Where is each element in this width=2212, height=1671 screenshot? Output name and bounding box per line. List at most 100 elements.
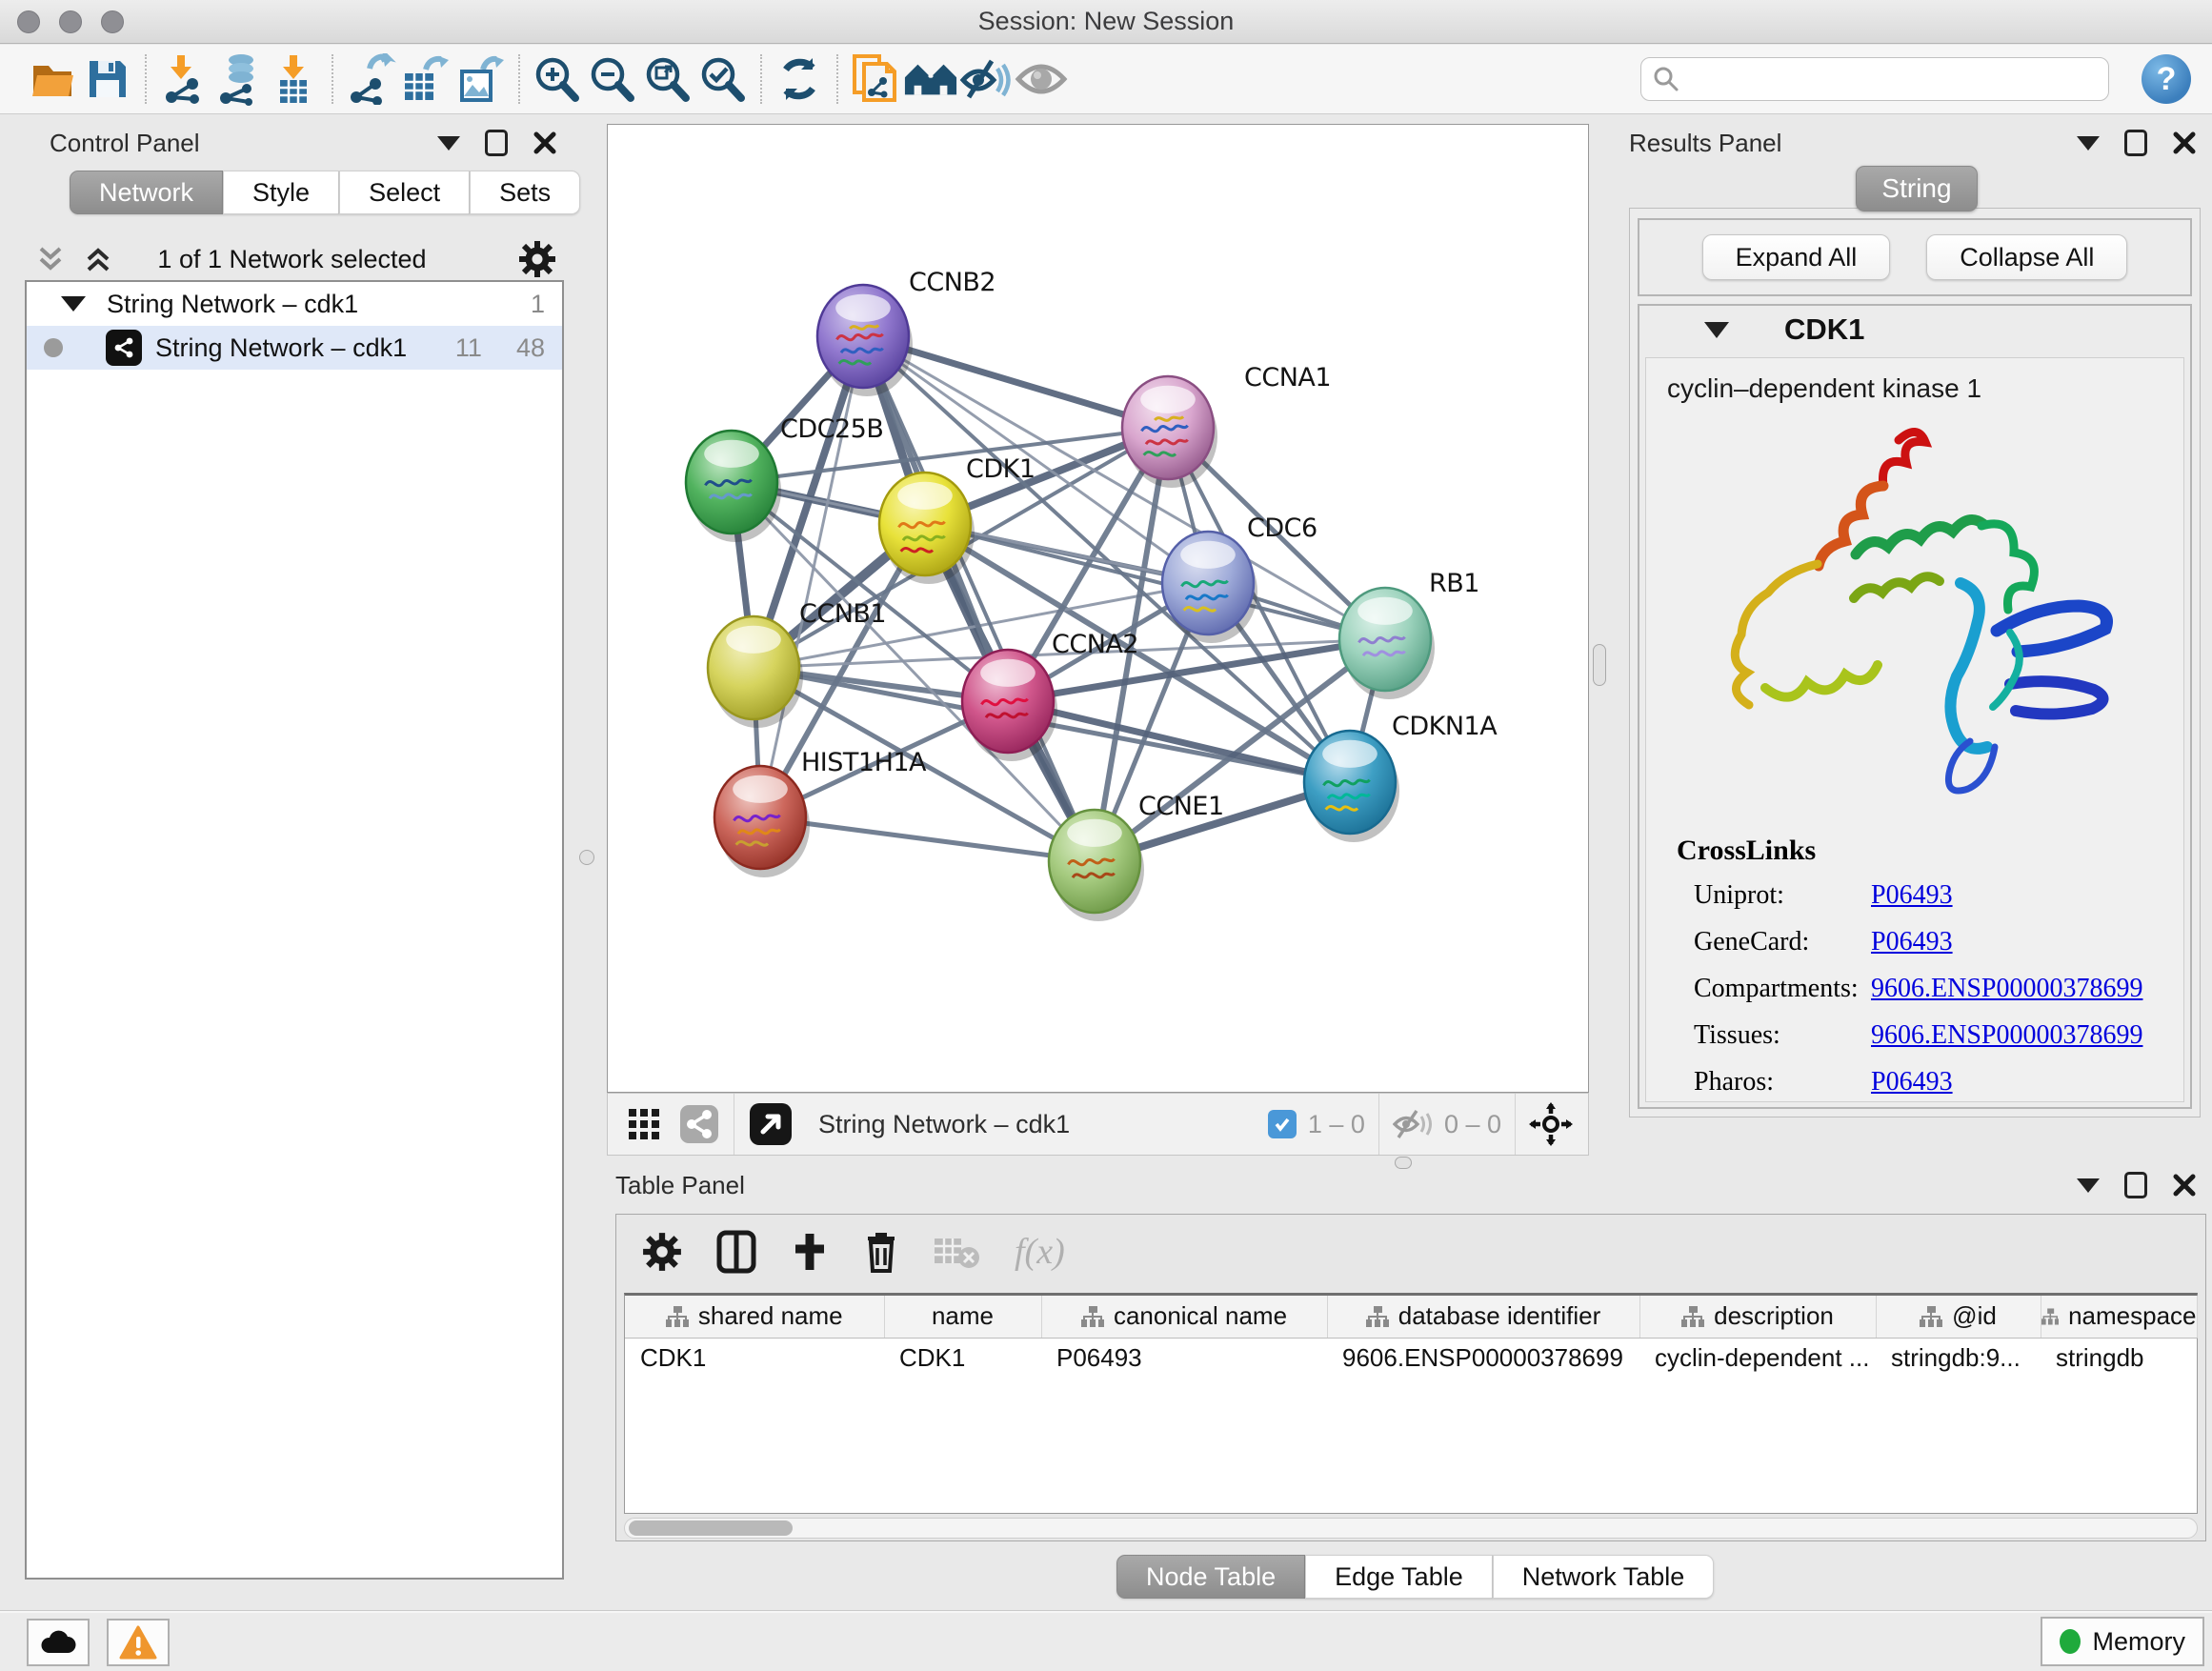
table-float-panel-icon[interactable] (2124, 1172, 2147, 1198)
column-header-description[interactable]: description (1639, 1296, 1876, 1338)
help-button[interactable]: ? (2142, 54, 2191, 104)
right-splitter-handle[interactable] (1593, 644, 1606, 686)
edge-HIST1H1A-CCNE1[interactable] (760, 817, 1095, 861)
selected-nodes-checkbox[interactable] (1268, 1110, 1297, 1138)
table-cell[interactable]: CDK1 (625, 1338, 884, 1378)
network-node-CDKN1A[interactable] (1304, 731, 1399, 842)
network-node-CCNE1[interactable] (1049, 810, 1144, 921)
warnings-button[interactable] (107, 1619, 170, 1666)
network-node-CDC6[interactable] (1162, 532, 1257, 643)
open-session-button[interactable] (25, 52, 80, 106)
table-cell[interactable]: P06493 (1041, 1338, 1327, 1378)
import-network-from-database-button[interactable] (211, 52, 267, 106)
crosslink-link[interactable]: P06493 (1871, 1067, 1953, 1097)
tab-select[interactable]: Select (339, 171, 470, 214)
network-share-view-icon[interactable] (678, 1103, 720, 1145)
network-node-CDK1[interactable] (879, 473, 975, 584)
network-node-CCNA2[interactable] (962, 650, 1057, 761)
column-header-name[interactable]: name (884, 1296, 1041, 1338)
edge-CCNB2-CCNE1[interactable] (863, 336, 1095, 861)
network-node-HIST1H1A[interactable] (714, 766, 810, 877)
results-panel-menu-icon[interactable] (2077, 136, 2100, 151)
zoom-out-button[interactable] (585, 52, 640, 106)
pan-crosshair-icon[interactable] (1529, 1102, 1573, 1146)
apply-layout-button[interactable] (772, 52, 827, 106)
string-home-button[interactable] (903, 52, 958, 106)
network-node-RB1[interactable] (1339, 588, 1435, 699)
collapse-all-button[interactable]: Collapse All (1926, 234, 2127, 280)
export-network-button[interactable] (343, 52, 398, 106)
tab-node-table[interactable]: Node Table (1116, 1555, 1305, 1599)
table-panel-menu-icon[interactable] (2077, 1178, 2100, 1193)
protein-collapse-icon[interactable] (1704, 322, 1729, 338)
table-options-gear-icon[interactable] (641, 1231, 683, 1273)
table-close-panel-icon[interactable] (2172, 1173, 2197, 1198)
close-panel-icon[interactable] (533, 131, 557, 155)
network-canvas[interactable]: CCNB2CCNA1CDC25BCDK1CDC6RB1CCNB1CCNA2CDK… (607, 124, 1589, 1093)
table-hscrollbar-thumb[interactable] (629, 1520, 793, 1536)
network-options-gear-icon[interactable] (517, 239, 557, 279)
table-hscrollbar[interactable] (624, 1518, 2198, 1539)
zoom-fit-button[interactable] (640, 52, 695, 106)
network-node-CDC25B[interactable] (686, 431, 781, 542)
results-float-panel-icon[interactable] (2124, 130, 2147, 156)
table-cell[interactable]: stringdb:9... (1876, 1338, 2041, 1378)
float-panel-icon[interactable] (485, 130, 508, 156)
show-columns-icon[interactable] (715, 1229, 757, 1275)
crosslink-link[interactable]: P06493 (1871, 927, 1953, 957)
hidden-eye-slash-icon (1393, 1108, 1433, 1140)
zoom-selected-button[interactable] (695, 52, 751, 106)
column-header-database-identifier[interactable]: database identifier (1327, 1296, 1639, 1338)
network-node-CCNA1[interactable] (1122, 376, 1217, 488)
collapse-all-chevron-icon[interactable] (36, 243, 65, 275)
import-network-button[interactable] (156, 52, 211, 106)
network-row-selected[interactable]: String Network – cdk1 11 48 (27, 326, 562, 370)
export-table-button[interactable] (398, 52, 453, 106)
left-splitter-handle[interactable] (579, 850, 594, 865)
delete-column-icon[interactable] (862, 1229, 900, 1275)
table-cell[interactable]: 9606.ENSP00000378699 (1327, 1338, 1639, 1378)
network-row-label: String Network – cdk1 (155, 333, 407, 363)
tab-string-results[interactable]: String (1856, 166, 1978, 211)
crosslink-link[interactable]: 9606.ENSP00000378699 (1871, 1020, 2142, 1051)
add-column-icon[interactable] (790, 1230, 830, 1274)
edge-CCNB2-HIST1H1A[interactable] (760, 336, 863, 817)
column-header-namespace[interactable]: namespace (2041, 1296, 2197, 1338)
birds-eye-view-icon[interactable] (748, 1101, 794, 1147)
column-header-canonical-name[interactable]: canonical name (1041, 1296, 1327, 1338)
network-node-CCNB2[interactable] (817, 285, 913, 396)
panel-menu-icon[interactable] (437, 136, 460, 151)
import-table-button[interactable] (267, 52, 322, 106)
save-session-button[interactable] (80, 52, 135, 106)
zoom-in-button[interactable] (530, 52, 585, 106)
node-label-CDC25B: CDC25B (780, 414, 883, 444)
crosslink-link[interactable]: 9606.ENSP00000378699 (1871, 974, 2142, 1004)
tree-expand-icon[interactable] (61, 296, 86, 312)
tab-network[interactable]: Network (70, 171, 223, 214)
expand-all-button[interactable]: Expand All (1702, 234, 1891, 280)
results-close-panel-icon[interactable] (2172, 131, 2197, 155)
tab-network-table[interactable]: Network Table (1493, 1555, 1715, 1599)
column-header-shared-name[interactable]: shared name (625, 1296, 884, 1338)
crosslink-link[interactable]: P06493 (1871, 880, 1953, 911)
tab-edge-table[interactable]: Edge Table (1305, 1555, 1493, 1599)
network-collection-row[interactable]: String Network – cdk1 1 (27, 282, 562, 326)
table-cell[interactable]: CDK1 (884, 1338, 1041, 1378)
export-image-button[interactable] (453, 52, 509, 106)
share-document-button[interactable] (848, 52, 903, 106)
network-node-CCNB1[interactable] (708, 616, 803, 728)
grid-view-icon[interactable] (627, 1107, 661, 1141)
search-input[interactable] (1687, 66, 2087, 93)
tab-sets[interactable]: Sets (470, 171, 580, 214)
hide-glasses-button[interactable] (958, 52, 1014, 106)
table-cell[interactable]: stringdb (2041, 1338, 2197, 1378)
memory-button[interactable]: Memory (2041, 1617, 2204, 1666)
tab-style[interactable]: Style (223, 171, 339, 214)
table-row[interactable]: CDK1CDK1P064939606.ENSP00000378699cyclin… (625, 1338, 2197, 1378)
horizontal-splitter-handle[interactable] (1395, 1157, 1412, 1169)
column-header--id[interactable]: @id (1876, 1296, 2041, 1338)
table-cell[interactable]: cyclin-dependent ... (1639, 1338, 1876, 1378)
cloud-status-button[interactable] (27, 1619, 90, 1666)
show-eye-button[interactable] (1014, 52, 1069, 106)
expand-all-chevron-icon[interactable] (84, 243, 112, 275)
